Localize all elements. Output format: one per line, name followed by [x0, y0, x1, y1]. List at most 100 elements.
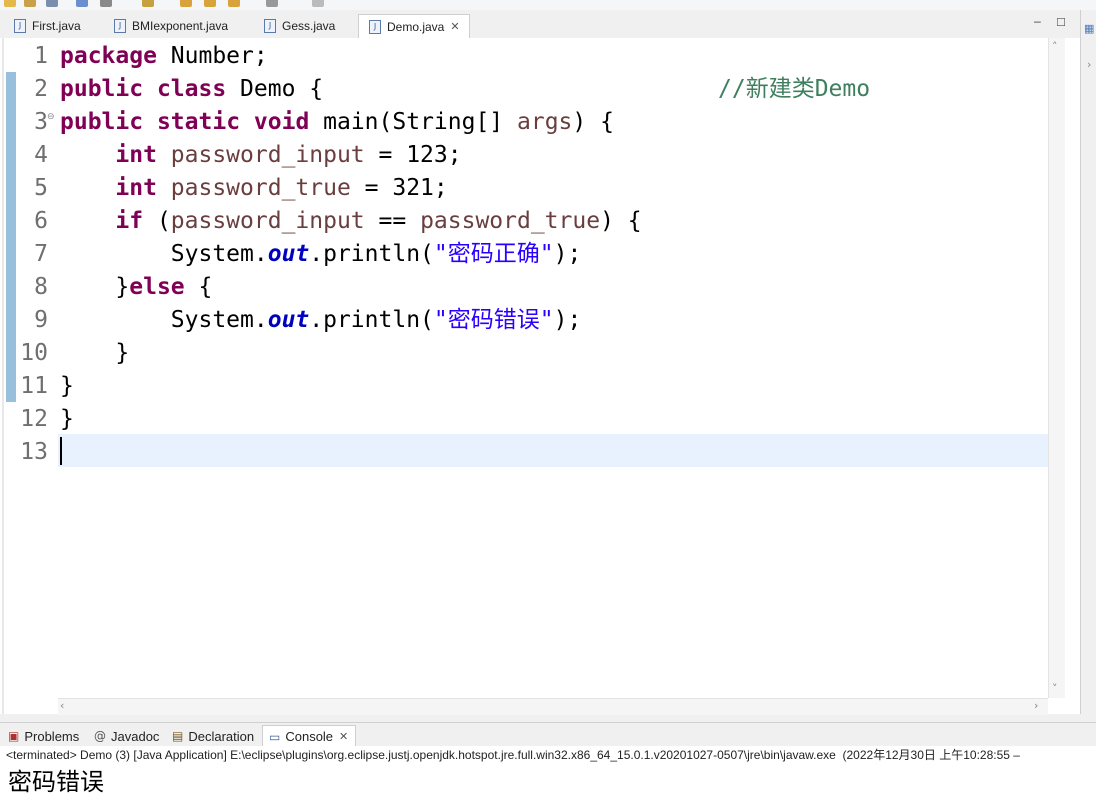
perspective-icon[interactable] [312, 0, 324, 7]
line-number: 12 [20, 406, 48, 432]
code-text: ) { [572, 109, 614, 135]
java-file-icon: J [369, 19, 381, 34]
declaration-icon: ▤ [172, 729, 184, 743]
code-comment: //新建类Demo [718, 76, 871, 102]
tab-javadoc[interactable]: @ Javadoc [88, 725, 166, 747]
code-text: == [364, 208, 421, 234]
outline-pane: ▦ › [1080, 10, 1096, 714]
tab-declaration[interactable]: ▤ Declaration [166, 725, 262, 747]
line-number: 6 [34, 208, 48, 234]
tab-label: Console [285, 729, 334, 744]
code-line: int password_input = 123; [60, 139, 461, 172]
main-toolbar [0, 0, 1096, 10]
maximize-icon[interactable]: ☐ [1056, 16, 1066, 29]
close-icon[interactable]: ✕ [339, 730, 348, 743]
fold-collapse-icon[interactable]: ⊖ [47, 112, 55, 122]
code-text: ) { [600, 208, 642, 234]
tab-label: Demo.java [387, 19, 445, 34]
search-icon[interactable] [142, 0, 154, 7]
close-icon[interactable]: ✕ [450, 20, 459, 33]
code-text: System. [170, 241, 268, 267]
chevron-right-icon[interactable]: › [1087, 58, 1091, 71]
line-number: 1 [34, 43, 48, 69]
keyword: if [115, 208, 144, 234]
line-number: 9 [34, 307, 48, 333]
tab-label: Javadoc [111, 728, 160, 744]
outline-icon[interactable]: ▦ [1084, 22, 1094, 35]
back-arrow-icon[interactable] [180, 0, 192, 7]
keyword: class [156, 76, 227, 102]
save-icon[interactable] [46, 0, 58, 7]
line-number: 7 [34, 241, 48, 267]
code-line: System.out.println("密码正确"); [60, 238, 582, 271]
line-number: 10 [20, 340, 48, 366]
tab-label: Declaration [188, 728, 255, 744]
static-field: out [267, 241, 310, 267]
debug-icon[interactable] [76, 0, 88, 7]
vertical-scrollbar[interactable]: ˄ ˅ [1048, 38, 1065, 698]
string-literal: "密码正确" [433, 241, 554, 267]
variable: password_true [420, 208, 601, 234]
scroll-down-icon[interactable]: ˅ [1052, 682, 1058, 695]
console-output: 密码错误 [8, 768, 104, 796]
keyword: static [156, 109, 241, 135]
console-icon: ▭ [269, 729, 281, 744]
java-file-icon: J [14, 19, 26, 33]
bottom-view-tabs: ▣ Problems @ Javadoc ▤ Declaration ▭ Con… [0, 722, 1096, 747]
current-line-highlight [58, 434, 1048, 467]
variable: password_input [170, 142, 365, 168]
variable: args [517, 109, 573, 135]
scroll-left-icon[interactable]: ‹ [60, 699, 64, 712]
tab-label: First.java [32, 19, 81, 33]
code-text: } [115, 274, 130, 300]
tab-gess-java[interactable]: J Gess.java [254, 14, 358, 38]
console-view[interactable]: <terminated> Demo (3) [Java Application]… [0, 746, 1096, 811]
scroll-up-icon[interactable]: ˄ [1052, 40, 1058, 53]
variable: password_input [170, 208, 365, 234]
keyword: public [60, 109, 144, 135]
tab-problems[interactable]: ▣ Problems [2, 725, 86, 747]
keyword: public [60, 76, 144, 102]
open-icon[interactable] [24, 0, 36, 7]
code-text: ( [143, 208, 171, 234]
code-line: public class Demo { [60, 73, 323, 106]
code-text: .println( [309, 307, 434, 333]
line-number: 5 [34, 175, 48, 201]
code-line: }else { [60, 271, 212, 304]
minimize-icon[interactable]: ─ [1034, 16, 1041, 29]
keyword: package [60, 43, 157, 69]
new-file-icon[interactable] [4, 0, 16, 7]
forward-arrow-icon[interactable] [204, 0, 216, 7]
java-file-icon: J [264, 19, 276, 33]
keyword: else [129, 274, 185, 300]
variable: password_true [170, 175, 351, 201]
line-number: 8 [34, 274, 48, 300]
code-editor[interactable]: 1 2 3 4 5 6 7 8 9 10 11 12 13 ⊖ package … [0, 38, 1080, 715]
code-text: Demo { [226, 76, 324, 102]
text-caret [60, 437, 62, 465]
tab-first-java[interactable]: J First.java [4, 14, 104, 38]
code-text: ); [553, 307, 582, 333]
keyword: int [115, 142, 157, 168]
line-number: 3 [34, 109, 48, 135]
tab-bmiexponent-java[interactable]: J BMIexponent.java [104, 14, 254, 38]
horizontal-scrollbar[interactable]: ‹ › [58, 698, 1048, 715]
code-line: package Number; [60, 40, 268, 73]
console-status: <terminated> Demo (3) [Java Application]… [6, 748, 1020, 762]
code-text: { [184, 274, 213, 300]
code-text: = 321; [350, 175, 448, 201]
line-number: 11 [20, 373, 48, 399]
next-annotation-icon[interactable] [266, 0, 278, 7]
line-number: 13 [20, 439, 48, 465]
code-line: int password_true = 321; [60, 172, 448, 205]
scroll-right-icon[interactable]: › [1034, 699, 1038, 712]
history-icon[interactable] [228, 0, 240, 7]
code-text: Number; [156, 43, 268, 69]
string-literal: "密码错误" [433, 307, 554, 333]
run-icon[interactable] [100, 0, 112, 7]
line-number: 2 [34, 76, 48, 102]
keyword: void [253, 109, 310, 135]
tab-demo-java[interactable]: J Demo.java ✕ [358, 14, 470, 38]
tab-label: BMIexponent.java [132, 19, 229, 33]
tab-console[interactable]: ▭ Console ✕ [262, 725, 356, 747]
